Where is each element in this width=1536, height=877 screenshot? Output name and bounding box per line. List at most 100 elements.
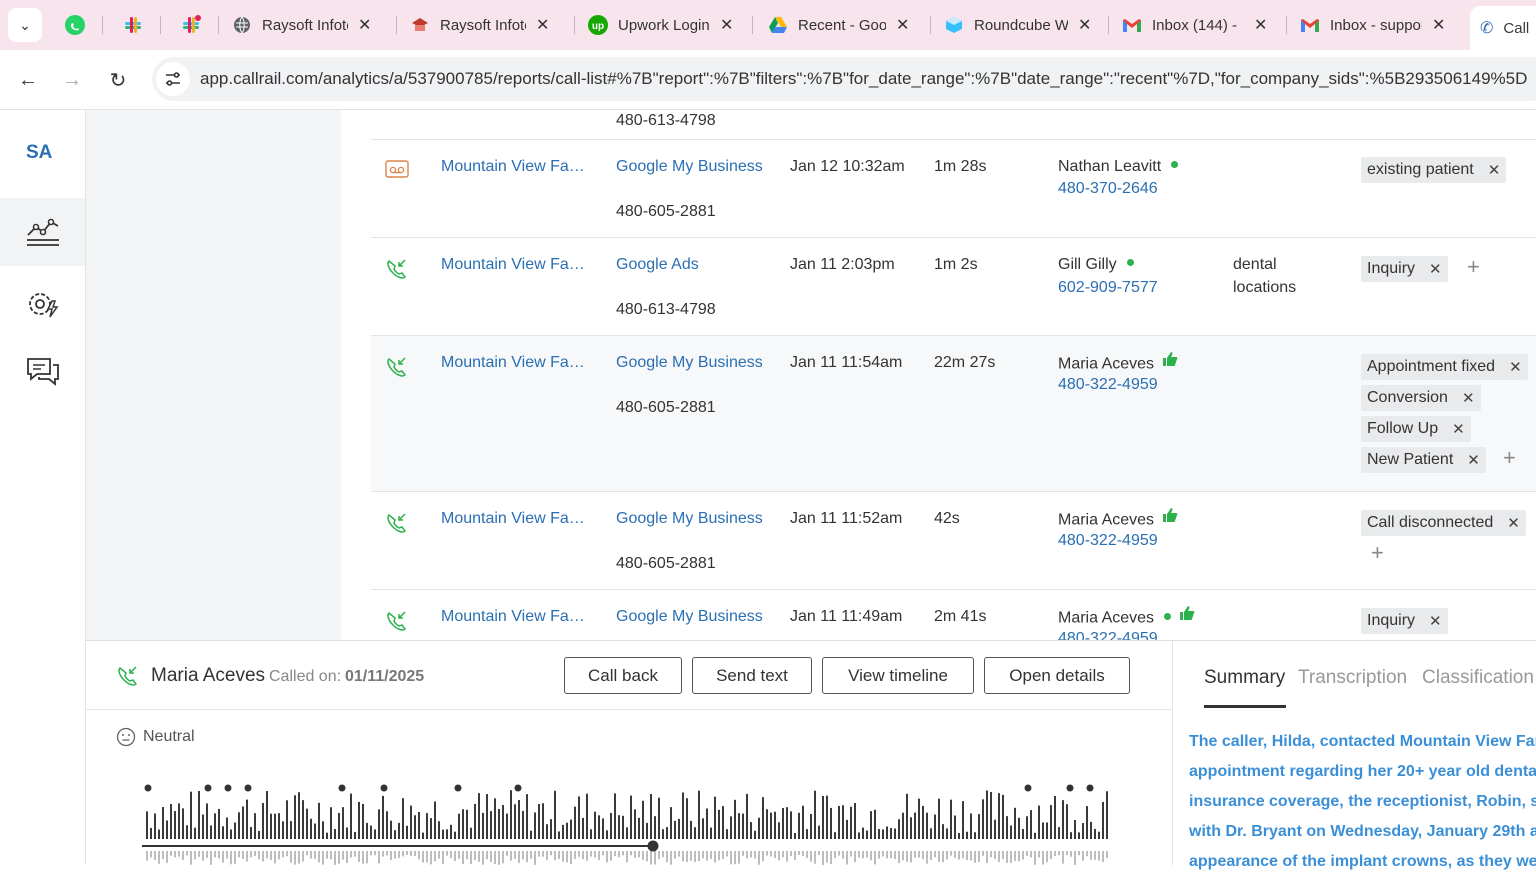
close-icon[interactable]: ✕ bbox=[1507, 514, 1520, 532]
incoming-call-icon bbox=[387, 611, 406, 631]
tab-google-drive[interactable]: Recent - Google Drive ✕ bbox=[768, 8, 909, 42]
close-icon[interactable]: ✕ bbox=[1509, 358, 1522, 376]
tab-summary[interactable]: Summary bbox=[1204, 667, 1285, 689]
back-button[interactable]: ← bbox=[14, 66, 42, 94]
source-link[interactable]: Google Ads bbox=[616, 256, 699, 274]
close-icon[interactable]: ✕ bbox=[1429, 260, 1442, 278]
incoming-call-icon bbox=[387, 259, 406, 279]
add-tag-button[interactable]: + bbox=[1467, 254, 1480, 280]
tab-search-button[interactable]: ⌄ bbox=[8, 8, 42, 42]
close-icon[interactable]: ✕ bbox=[1488, 161, 1501, 179]
company-link[interactable]: Mountain View Fa… bbox=[441, 256, 585, 274]
call-detail-panel: Maria Aceves Called on: 01/11/2025 Call … bbox=[86, 640, 1536, 870]
tag-chip[interactable]: Inquiry ✕ bbox=[1361, 256, 1448, 282]
close-icon[interactable]: ✕ bbox=[1254, 15, 1267, 35]
sentiment-label: Neutral bbox=[143, 728, 195, 745]
table-row-selected[interactable]: Mountain View Fa… Google My Business 480… bbox=[371, 336, 1536, 492]
nav-analytics[interactable] bbox=[0, 198, 85, 266]
tag-chip[interactable]: Inquiry ✕ bbox=[1361, 608, 1448, 634]
tag-label: Follow Up bbox=[1367, 420, 1439, 437]
tag-chip[interactable]: Follow Up ✕ bbox=[1361, 416, 1471, 442]
pinned-tab-whatsapp[interactable] bbox=[60, 10, 90, 40]
status-dot bbox=[1126, 259, 1134, 267]
pinned-tab-slack-2[interactable] bbox=[176, 10, 206, 40]
tracking-number: 480-605-2881 bbox=[616, 399, 716, 416]
neutral-face-icon bbox=[116, 727, 136, 752]
source-link[interactable]: Google My Business bbox=[616, 158, 763, 176]
tab-roundcube[interactable]: Roundcube Webmail ✕ bbox=[944, 8, 1091, 42]
send-text-button[interactable]: Send text bbox=[692, 657, 812, 694]
tab-transcription[interactable]: Transcription bbox=[1298, 667, 1407, 689]
close-icon[interactable]: ✕ bbox=[896, 15, 909, 35]
thumbs-up-icon bbox=[1179, 605, 1195, 626]
close-icon[interactable]: ✕ bbox=[720, 15, 733, 35]
playhead[interactable] bbox=[647, 840, 659, 852]
tab-raysoft-1[interactable]: Raysoft Infotech ✕ bbox=[232, 8, 371, 42]
close-icon[interactable]: ✕ bbox=[1432, 15, 1445, 35]
call-detail-header: Maria Aceves Called on: 01/11/2025 Call … bbox=[86, 641, 1172, 710]
caller-phone[interactable]: 480-322-4959 bbox=[1058, 376, 1158, 394]
call-detail-main: Maria Aceves Called on: 01/11/2025 Call … bbox=[86, 641, 1172, 865]
tag-chip[interactable]: Appointment fixed ✕ bbox=[1361, 354, 1528, 380]
audio-waveform[interactable] bbox=[142, 779, 1114, 865]
caller-phone[interactable]: 480-322-4959 bbox=[1058, 630, 1158, 640]
company-link[interactable]: Mountain View Fa… bbox=[441, 608, 585, 626]
account-avatar[interactable]: SA bbox=[26, 142, 52, 164]
table-row[interactable]: Mountain View Fa… Google My Business Jan… bbox=[371, 590, 1536, 640]
forward-button[interactable]: → bbox=[58, 66, 86, 94]
tab-classification[interactable]: Classification bbox=[1422, 667, 1534, 689]
tab-active-call[interactable]: ✆ Call bbox=[1470, 6, 1536, 50]
close-icon[interactable]: ✕ bbox=[1452, 420, 1465, 438]
roundcube-icon bbox=[946, 17, 962, 33]
call-duration: 1m 2s bbox=[934, 256, 978, 273]
site-info-icon[interactable] bbox=[156, 62, 190, 96]
caller-phone[interactable]: 480-322-4959 bbox=[1058, 532, 1158, 550]
tag-chip[interactable]: Call disconnected ✕ bbox=[1361, 510, 1526, 536]
source-link[interactable]: Google My Business bbox=[616, 608, 763, 626]
address-bar[interactable]: app.callrail.com/analytics/a/537900785/r… bbox=[152, 57, 1536, 101]
caller-phone[interactable]: 480-370-2646 bbox=[1058, 180, 1158, 198]
call-back-button[interactable]: Call back bbox=[564, 657, 682, 694]
caller-phone[interactable]: 602-909-7577 bbox=[1058, 279, 1158, 297]
table-row[interactable]: Mountain View Fa… Google My Business 480… bbox=[371, 140, 1536, 238]
add-tag-button[interactable]: + bbox=[1503, 445, 1516, 471]
close-icon[interactable]: ✕ bbox=[1467, 451, 1480, 469]
tag-chip[interactable]: Conversion ✕ bbox=[1361, 385, 1481, 411]
tab-raysoft-2[interactable]: Raysoft Infotech ✕ bbox=[410, 8, 549, 42]
close-icon[interactable]: ✕ bbox=[536, 15, 549, 35]
table-row[interactable]: 480-613-4798 bbox=[371, 110, 1536, 140]
thumbs-up-icon bbox=[1162, 351, 1178, 372]
add-tag-button[interactable]: + bbox=[1371, 540, 1384, 566]
pinned-tab-slack-1[interactable] bbox=[118, 10, 148, 40]
company-link[interactable]: Mountain View Fa… bbox=[441, 354, 585, 372]
close-icon[interactable]: ✕ bbox=[1462, 389, 1475, 407]
call-duration: 1m 28s bbox=[934, 158, 987, 175]
close-icon[interactable]: ✕ bbox=[1429, 612, 1442, 630]
tab-gmail-2[interactable]: Inbox - support ✕ bbox=[1300, 8, 1445, 42]
tab-title: Inbox (144) - bbox=[1152, 16, 1238, 34]
tag-label: existing patient bbox=[1367, 161, 1474, 178]
call-duration: 2m 41s bbox=[934, 608, 987, 625]
open-details-button[interactable]: Open details bbox=[984, 657, 1130, 694]
left-nav-rail: SA bbox=[0, 110, 86, 864]
nav-settings[interactable] bbox=[0, 270, 85, 338]
tab-gmail-1[interactable]: Inbox (144) - ✕ bbox=[1122, 8, 1267, 42]
tab-title: Raysoft Infotech bbox=[262, 16, 348, 34]
company-link[interactable]: Mountain View Fa… bbox=[441, 158, 585, 176]
table-row[interactable]: Mountain View Fa… Google My Business 480… bbox=[371, 492, 1536, 590]
view-timeline-button[interactable]: View timeline bbox=[822, 657, 974, 694]
source-link[interactable]: Google My Business bbox=[616, 510, 763, 528]
nav-messages[interactable] bbox=[0, 338, 85, 406]
called-on-label: Called on: bbox=[269, 668, 342, 685]
source-link[interactable]: Google My Business bbox=[616, 354, 763, 372]
reload-button[interactable]: ↻ bbox=[104, 66, 132, 94]
close-icon[interactable]: ✕ bbox=[358, 15, 371, 35]
tab-upwork[interactable]: up Upwork Login ✕ bbox=[588, 8, 733, 42]
tag-chip[interactable]: New Patient ✕ bbox=[1361, 447, 1486, 473]
close-icon[interactable]: ✕ bbox=[1078, 15, 1091, 35]
tag-chip[interactable]: existing patient ✕ bbox=[1361, 157, 1507, 183]
analytics-icon bbox=[26, 218, 59, 246]
company-link[interactable]: Mountain View Fa… bbox=[441, 510, 585, 528]
tracking-number: 480-605-2881 bbox=[616, 555, 716, 572]
table-row[interactable]: Mountain View Fa… Google Ads 480-613-479… bbox=[371, 238, 1536, 336]
